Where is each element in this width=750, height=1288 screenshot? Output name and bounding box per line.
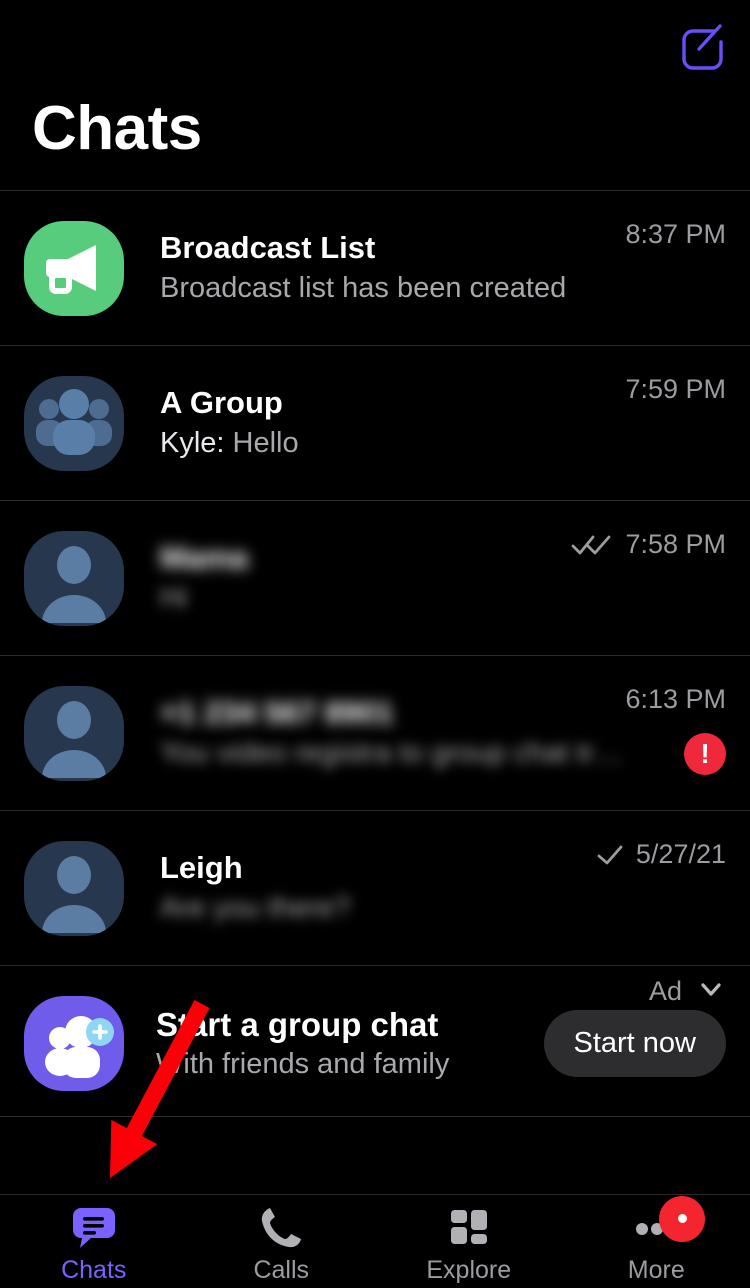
dots-icon xyxy=(633,1195,706,1249)
ad-title: Start a group chat xyxy=(156,1006,439,1044)
nav-item-label: Calls xyxy=(253,1255,310,1284)
chat-item-time: 8:37 PM xyxy=(625,219,726,249)
chat-list-item[interactable]: Broadcast List Broadcast list has been cr… xyxy=(0,191,750,345)
app-header: Chats xyxy=(0,0,750,190)
grid-icon xyxy=(446,1205,492,1249)
single-check-icon xyxy=(596,842,624,868)
chat-item-status-line: 7:58 PM xyxy=(571,529,726,560)
chat-item-time: 7:58 PM xyxy=(625,529,726,559)
chat-item-preview: Are you there? xyxy=(160,891,351,924)
chat-item-time: 7:59 PM xyxy=(625,374,726,404)
chat-item-meta: 6:13 PM! xyxy=(625,656,726,775)
person-icon xyxy=(24,530,124,626)
chat-item-text: Leigh Are you there? xyxy=(124,850,596,925)
group-icon xyxy=(24,375,124,471)
chat-bubble-icon xyxy=(71,1205,117,1249)
start-now-button[interactable]: Start now xyxy=(543,1010,726,1077)
chat-item-meta: 7:58 PM xyxy=(571,501,726,560)
nav-item-calls[interactable]: Calls xyxy=(188,1195,376,1288)
chat-item-preview: Hi xyxy=(160,581,188,614)
ad-row[interactable]: Ad Start a group chat With friends and f… xyxy=(0,966,750,1116)
nav-item-chats[interactable]: Chats xyxy=(0,1195,188,1288)
chats-screen: Chats Broadcast List Broadcast list has b… xyxy=(0,0,750,1288)
ad-subtitle: With friends and family xyxy=(156,1047,450,1080)
chat-list: Broadcast List Broadcast list has been cr… xyxy=(0,191,750,966)
page-title: Chats xyxy=(32,94,202,163)
chat-item-status-line: 6:13 PM xyxy=(625,684,726,715)
chat-item-text: Mama Hi xyxy=(124,540,571,615)
chat-item-preview: Broadcast list has been created xyxy=(160,271,567,304)
nav-item-more[interactable]: More xyxy=(563,1195,750,1288)
bottom-navigation: Chats Calls Explore More xyxy=(0,1194,750,1288)
chat-list-item[interactable]: Leigh Are you there? 5/27/21 xyxy=(0,811,750,965)
chat-item-sender: Kyle: xyxy=(160,426,225,459)
chat-item-status-line: 7:59 PM xyxy=(625,374,726,405)
chat-item-text: Broadcast List Broadcast list has been cr… xyxy=(124,230,625,305)
chat-item-time: 5/27/21 xyxy=(635,839,726,869)
person-icon xyxy=(24,840,124,936)
chat-item-status-line: 8:37 PM xyxy=(625,219,726,250)
megaphone-icon xyxy=(24,220,124,316)
chat-item-preview: You video registra to group chat trabaho xyxy=(160,736,626,769)
error-badge[interactable]: ! xyxy=(684,733,726,775)
person-icon xyxy=(24,685,124,781)
chat-list-item[interactable]: A Group Kyle: Hello 7:59 PM xyxy=(0,346,750,500)
nav-item-label: Explore xyxy=(426,1255,512,1284)
chat-item-preview: Kyle: Hello xyxy=(160,426,625,461)
chat-item-name: Leigh xyxy=(160,850,243,886)
phone-icon xyxy=(258,1205,304,1249)
group-add-icon xyxy=(24,996,124,1091)
chat-item-name: A Group xyxy=(160,385,283,421)
chat-item-time: 6:13 PM xyxy=(625,684,726,714)
nav-item-label: Chats xyxy=(61,1255,127,1284)
nav-item-explore[interactable]: Explore xyxy=(375,1195,563,1288)
chat-item-name: +1 234 567 8901 xyxy=(160,695,394,731)
chat-list-item[interactable]: +1 234 567 8901 You video registra to gro… xyxy=(0,656,750,810)
chat-item-meta: 7:59 PM xyxy=(625,346,726,405)
chat-item-meta: 5/27/21 xyxy=(596,811,726,870)
compose-icon[interactable] xyxy=(674,18,728,72)
notification-badge xyxy=(659,1195,706,1242)
ad-text: Start a group chat With friends and fami… xyxy=(124,1006,544,1081)
chat-list-item[interactable]: Mama Hi 7:58 PM xyxy=(0,501,750,655)
chat-item-text: +1 234 567 8901 You video registra to gro… xyxy=(124,695,625,770)
chat-item-preview-text: Hello xyxy=(232,426,299,459)
chat-item-status-line: 5/27/21 xyxy=(596,839,726,870)
nav-item-label: More xyxy=(627,1255,685,1284)
double-check-icon xyxy=(571,532,613,558)
chat-item-meta: 8:37 PM xyxy=(625,191,726,250)
chat-item-name: Broadcast List xyxy=(160,230,376,266)
list-bottom-spacer xyxy=(0,1117,750,1190)
chat-item-name: Mama xyxy=(160,540,248,576)
chat-item-text: A Group Kyle: Hello xyxy=(124,385,625,460)
